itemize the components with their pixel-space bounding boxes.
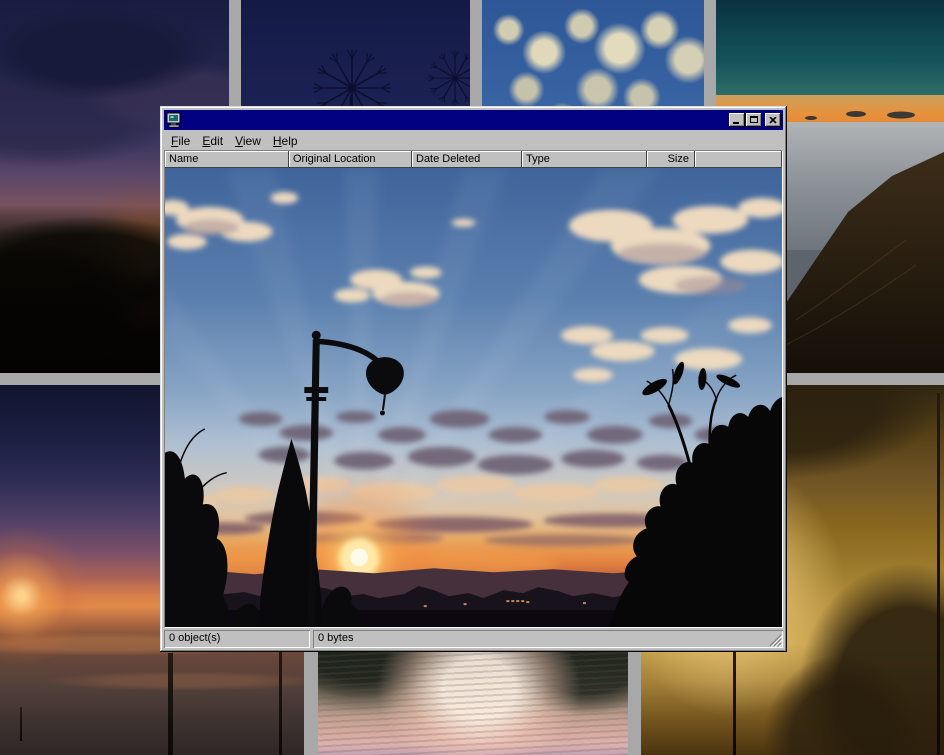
menu-help[interactable]: Help (267, 132, 304, 150)
status-size-text: 0 bytes (318, 632, 353, 644)
menu-bar: File Edit View Help (164, 131, 783, 150)
column-header-date-deleted[interactable]: Date Deleted (412, 151, 522, 168)
desktop: File Edit View Help Name Original Locati… (0, 0, 944, 755)
column-header-original-location[interactable]: Original Location (289, 151, 412, 168)
reed-stem (733, 649, 736, 755)
minimize-icon (733, 122, 739, 124)
recycle-bin-window: File Edit View Help Name Original Locati… (160, 106, 787, 652)
title-bar[interactable] (164, 110, 783, 130)
lake-pole (168, 653, 173, 755)
column-header-name[interactable]: Name (165, 151, 289, 168)
computer-icon (166, 112, 182, 128)
column-header-size[interactable]: Size (647, 151, 695, 168)
lake-pole (279, 641, 282, 755)
close-button[interactable] (765, 113, 781, 127)
menu-file[interactable]: File (165, 132, 196, 150)
menu-edit[interactable]: Edit (196, 132, 229, 150)
sunset-streetlamp-photo (165, 168, 782, 627)
minimize-button[interactable] (729, 113, 745, 127)
menu-view[interactable]: View (229, 132, 267, 150)
status-object-count: 0 object(s) (164, 630, 310, 648)
lake-pole (20, 707, 22, 741)
close-icon (769, 117, 777, 124)
list-area: Name Original Location Date Deleted Type… (164, 150, 783, 628)
list-view-photo[interactable] (165, 168, 782, 627)
resize-grip-icon[interactable] (769, 634, 782, 647)
status-bar: 0 object(s) 0 bytes (164, 630, 783, 648)
status-total-size: 0 bytes (313, 630, 783, 648)
maximize-button[interactable] (746, 113, 762, 127)
column-header-filler (695, 151, 782, 168)
maximize-icon (750, 116, 758, 123)
reed-stem (937, 393, 940, 755)
column-header-row: Name Original Location Date Deleted Type… (165, 151, 782, 168)
column-header-type[interactable]: Type (522, 151, 647, 168)
